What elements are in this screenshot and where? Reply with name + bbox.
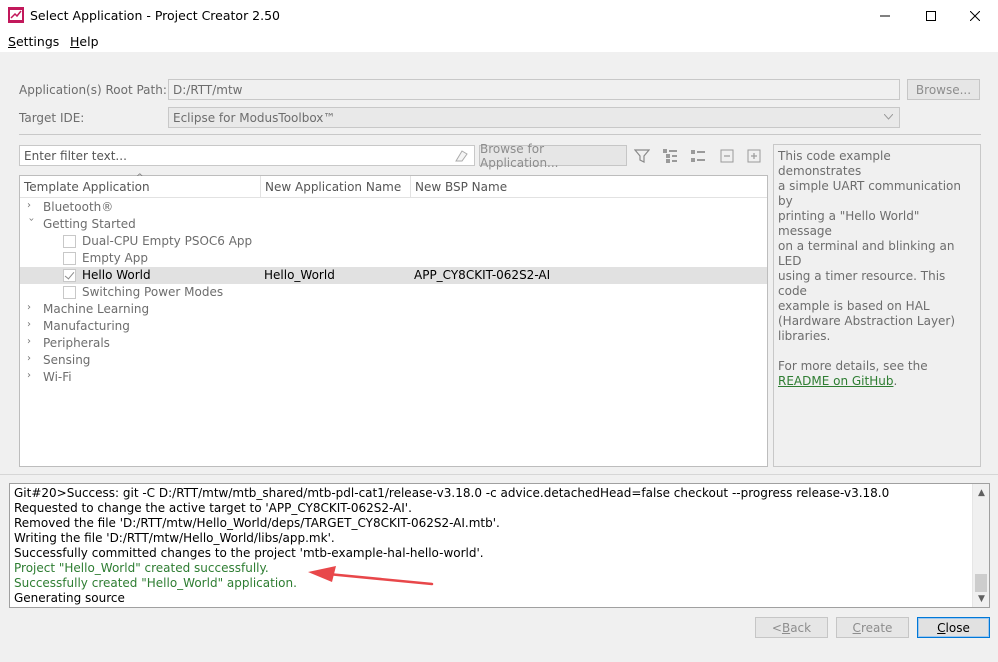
tree-row-machine-learning[interactable]: › Machine Learning [20, 301, 767, 318]
checkbox[interactable] [63, 252, 76, 265]
browse-button[interactable]: Browse... [907, 79, 980, 100]
column-new-bsp-name[interactable]: New BSP Name [415, 180, 507, 194]
sort-caret-icon: ^ [136, 173, 144, 183]
tree-row-getting-started[interactable]: › Getting Started [20, 216, 767, 233]
log-line: Removed the file 'D:/RTT/mtw/Hello_World… [14, 516, 500, 530]
app-logo-icon [8, 7, 24, 23]
chevron-right-icon[interactable]: › [27, 302, 37, 313]
log-line: Successfully committed changes to the pr… [14, 546, 484, 560]
readme-link[interactable]: README on GitHub [778, 374, 893, 388]
root-path-field[interactable]: D:/RTT/mtw [168, 79, 900, 100]
tree-row-bluetooth[interactable]: › Bluetooth® [20, 199, 767, 216]
maximize-button[interactable] [908, 0, 954, 31]
window-title: Select Application - Project Creator 2.5… [30, 8, 281, 23]
list-view-icon[interactable] [690, 148, 706, 164]
chevron-right-icon[interactable]: › [27, 319, 37, 330]
description-panel: This code example demonstrates a simple … [773, 144, 981, 467]
back-button[interactable]: < Back [755, 617, 828, 638]
filter-icon[interactable] [634, 148, 650, 164]
log-line: Git#20>Success: git -C D:/RTT/mtw/mtb_sh… [14, 486, 890, 500]
chevron-right-icon[interactable]: › [27, 200, 37, 211]
tree-row-peripherals[interactable]: › Peripherals [20, 335, 767, 352]
checkbox[interactable] [63, 286, 76, 299]
checkbox-checked[interactable] [63, 269, 76, 282]
separator [0, 474, 998, 475]
tree-row-dual-cpu-empty[interactable]: Dual-CPU Empty PSOC6 App [20, 233, 767, 250]
root-path-label: Application(s) Root Path: [19, 83, 167, 97]
close-window-button[interactable] [952, 0, 998, 31]
target-ide-select[interactable]: Eclipse for ModusToolbox™ [168, 107, 900, 128]
new-bsp-name-cell[interactable]: APP_CY8CKIT-062S2-AI [414, 268, 550, 282]
tree-row-hello-world[interactable]: Hello World Hello_World APP_CY8CKIT-062S… [20, 267, 767, 284]
annotation-arrow-icon [308, 566, 434, 586]
checkbox[interactable] [63, 235, 76, 248]
browse-for-application-button[interactable]: Browse for Application... [479, 142, 627, 170]
column-new-application-name[interactable]: New Application Name [265, 180, 401, 194]
log-line: Writing the file 'D:/RTT/mtw/Hello_World… [14, 531, 335, 545]
chevron-right-icon[interactable]: › [27, 336, 37, 347]
log-line: Generating source [14, 591, 125, 605]
filter-placeholder: Enter filter text... [24, 149, 127, 163]
tree-header: Template Application ^ New Application N… [20, 173, 767, 198]
tree-row-sensing[interactable]: › Sensing [20, 352, 767, 369]
expand-all-icon[interactable] [746, 148, 762, 164]
tree-row-empty-app[interactable]: Empty App [20, 250, 767, 267]
new-application-name-cell[interactable]: Hello_World [264, 268, 335, 282]
scroll-down-icon[interactable]: ▼ [973, 590, 989, 607]
tree-row-switching-power-modes[interactable]: Switching Power Modes [20, 284, 767, 301]
details-text: For more details, see the README on GitH… [778, 359, 928, 388]
chevron-right-icon[interactable]: › [27, 370, 37, 381]
target-ide-value: Eclipse for ModusToolbox™ [173, 111, 336, 125]
tree-view-icon[interactable] [662, 148, 678, 164]
maximize-icon [926, 10, 936, 21]
chevron-right-icon[interactable]: › [27, 353, 37, 364]
menu-help[interactable]: Help [70, 34, 99, 49]
minimize-icon [880, 15, 890, 16]
column-template-application[interactable]: Template Application [24, 180, 150, 194]
eraser-icon[interactable] [454, 149, 468, 162]
target-ide-label: Target IDE: [19, 111, 85, 125]
template-tree: Template Application ^ New Application N… [19, 173, 768, 467]
title-bar: Select Application - Project Creator 2.5… [0, 0, 998, 31]
menu-settings[interactable]: Settings [8, 34, 59, 49]
filter-input[interactable]: Enter filter text... [19, 145, 475, 166]
scroll-up-icon[interactable]: ▲ [973, 484, 989, 501]
log-line-success: Project "Hello_World" created successful… [14, 561, 269, 575]
tree-row-manufacturing[interactable]: › Manufacturing [20, 318, 767, 335]
description-text: This code example demonstrates a simple … [778, 149, 961, 343]
log-scrollbar[interactable]: ▲ ▼ [972, 484, 989, 607]
collapse-all-icon[interactable] [719, 148, 735, 164]
chevron-down-icon[interactable]: › [26, 218, 37, 228]
output-log[interactable]: Git#20>Success: git -C D:/RTT/mtw/mtb_sh… [9, 483, 990, 608]
log-line-success: Successfully created "Hello_World" appli… [14, 576, 297, 590]
log-line: Requested to change the active target to… [14, 501, 412, 515]
minimize-button[interactable] [862, 0, 908, 31]
menu-bar: Settings Help [0, 31, 998, 52]
close-button[interactable]: Close [917, 617, 990, 638]
separator [19, 134, 981, 135]
close-icon [970, 10, 980, 21]
create-button[interactable]: Create [836, 617, 909, 638]
chevron-down-icon [884, 114, 893, 120]
tree-row-wi-fi[interactable]: › Wi-Fi [20, 369, 767, 386]
